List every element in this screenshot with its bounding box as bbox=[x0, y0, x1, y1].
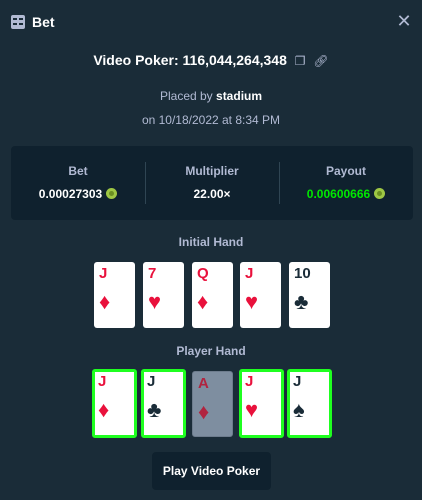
heart-icon: ♥ bbox=[245, 289, 259, 314]
heart-icon: ♥ bbox=[245, 397, 259, 422]
stat-multiplier-value: 22.00× bbox=[193, 187, 231, 201]
stat-payout-value-row: 0.00600666 bbox=[279, 187, 413, 201]
close-icon[interactable]: ✕ bbox=[396, 12, 412, 30]
card-rank: J bbox=[147, 373, 156, 390]
stat-multiplier: Multiplier 22.00× bbox=[145, 146, 279, 220]
coin-icon bbox=[106, 188, 118, 199]
card: 7 ♥ bbox=[143, 262, 184, 328]
stat-bet-label: Bet bbox=[68, 164, 88, 178]
bet-slip-icon bbox=[11, 15, 25, 29]
card-rank: 7 bbox=[148, 265, 157, 282]
placed-by-user[interactable]: stadium bbox=[216, 89, 262, 103]
card-rank: J bbox=[293, 373, 302, 390]
card: Q ♦ bbox=[192, 262, 233, 328]
copy-icon[interactable]: ❐ bbox=[295, 54, 306, 68]
player-hand: J ♦ J ♣ A ♦ J ♥ J ♠ bbox=[0, 369, 422, 438]
bet-id-text: Video Poker: 116,044,264,348 bbox=[93, 52, 287, 68]
card-rank: J bbox=[99, 265, 108, 282]
stat-multiplier-label: Multiplier bbox=[185, 164, 239, 178]
card-rank: J bbox=[245, 265, 254, 282]
card-held: J ♥ bbox=[239, 369, 284, 438]
link-icon[interactable]: 🔗︎ bbox=[313, 54, 328, 68]
card: 10 ♣ bbox=[289, 262, 330, 328]
bet-date: on 10/18/2022 at 8:34 PM bbox=[141, 113, 281, 127]
stat-payout-value: 0.00600666 bbox=[306, 187, 371, 201]
diamond-icon: ♦ bbox=[197, 289, 209, 314]
card: J ♦ bbox=[94, 262, 135, 328]
card-held: J ♦ bbox=[92, 369, 137, 438]
card: J ♥ bbox=[240, 262, 281, 328]
stat-bet-value-row: 0.00027303 bbox=[11, 187, 145, 201]
bet-id-title: Video Poker: 116,044,264,348 ❐ 🔗︎ bbox=[0, 52, 422, 68]
diamond-icon: ♦ bbox=[198, 399, 210, 424]
player-hand-label: Player Hand bbox=[176, 344, 246, 358]
stat-payout: Payout 0.00600666 bbox=[279, 146, 413, 220]
play-video-poker-button[interactable]: Play Video Poker bbox=[152, 452, 271, 490]
diamond-icon: ♦ bbox=[99, 289, 111, 314]
card-rank: J bbox=[98, 373, 107, 390]
stat-bet-value: 0.00027303 bbox=[38, 187, 103, 201]
card-rank: A bbox=[198, 375, 209, 392]
modal-header: Bet ✕ bbox=[0, 0, 422, 44]
placed-by: Placed by stadium bbox=[0, 89, 422, 103]
spade-icon: ♠ bbox=[293, 397, 305, 422]
initial-hand: J ♦ 7 ♥ Q ♦ J ♥ 10 ♣ bbox=[0, 262, 422, 329]
club-icon: ♣ bbox=[294, 289, 309, 314]
card-rank: Q bbox=[197, 265, 209, 282]
placed-by-prefix: Placed by bbox=[159, 89, 213, 103]
modal-title: Bet bbox=[32, 14, 55, 30]
diamond-icon: ♦ bbox=[98, 397, 110, 422]
card-held: J ♣ bbox=[141, 369, 186, 438]
heart-icon: ♥ bbox=[148, 289, 162, 314]
card-held: J ♠ bbox=[287, 369, 332, 438]
bet-stats-panel: Bet 0.00027303 Multiplier 22.00× Payout … bbox=[11, 146, 413, 220]
stat-payout-label: Payout bbox=[325, 164, 366, 178]
club-icon: ♣ bbox=[147, 397, 162, 422]
card-rank: J bbox=[245, 373, 254, 390]
card-discarded: A ♦ bbox=[192, 371, 233, 437]
stat-bet: Bet 0.00027303 bbox=[11, 146, 145, 220]
initial-hand-label: Initial Hand bbox=[178, 235, 244, 249]
coin-icon bbox=[374, 188, 386, 199]
card-rank: 10 bbox=[294, 265, 311, 282]
